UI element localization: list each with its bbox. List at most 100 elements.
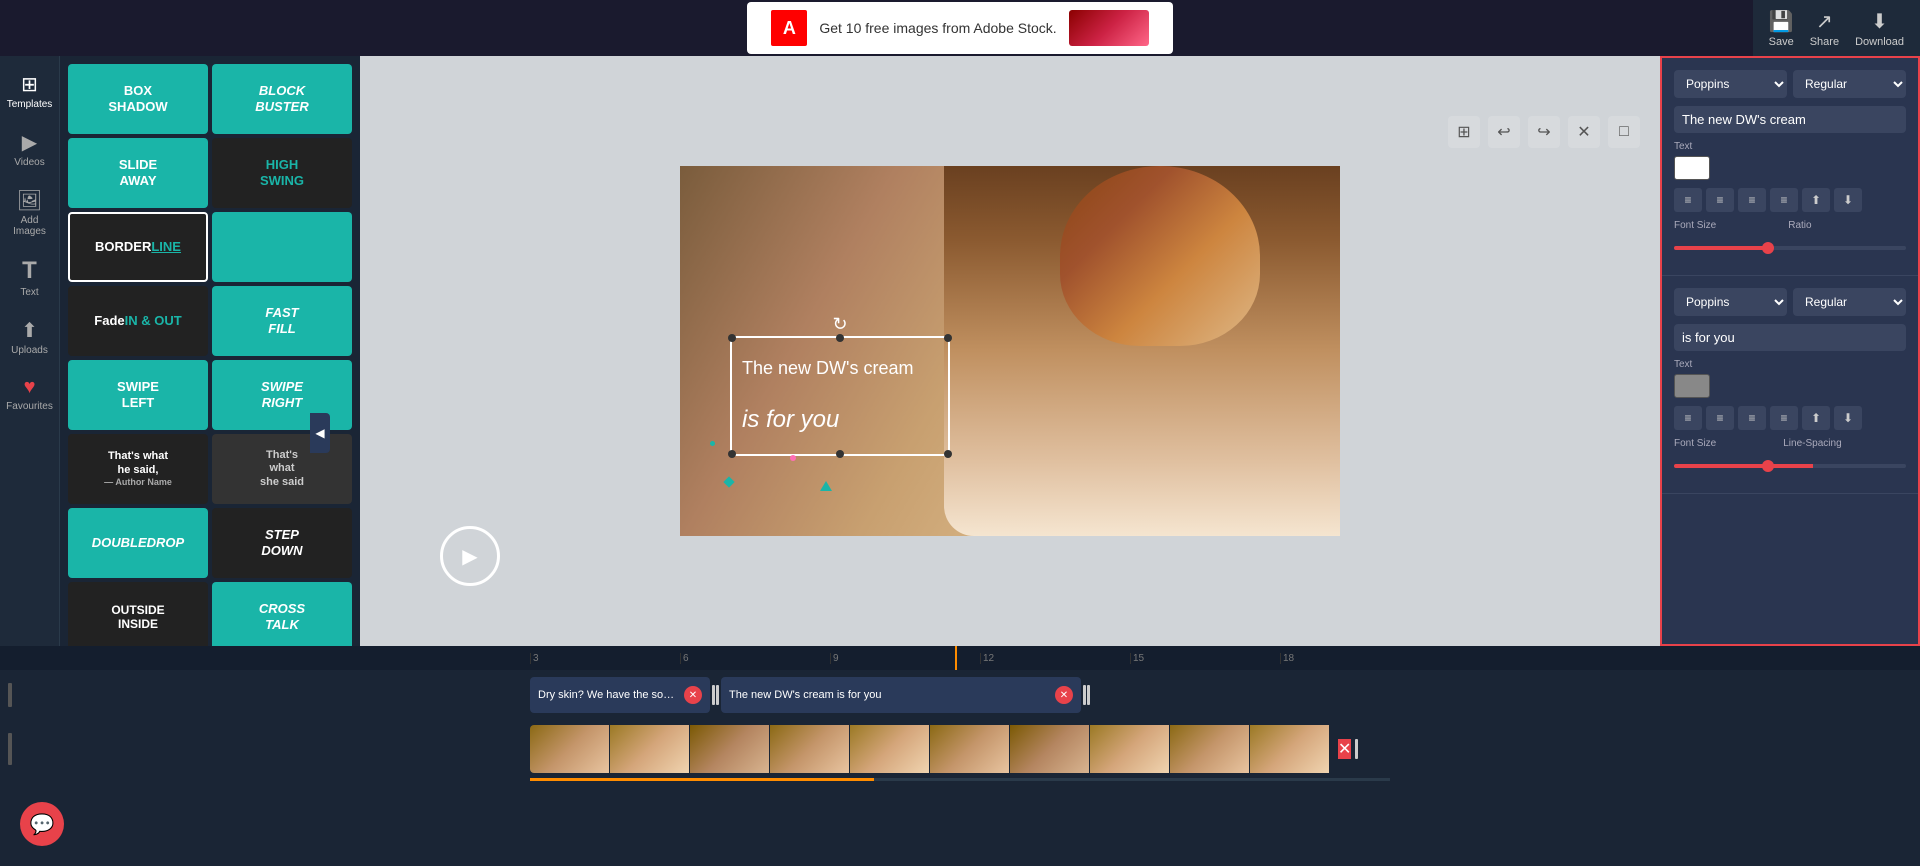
chat-icon: 💬 (30, 812, 55, 837)
align-right-btn-2[interactable]: ≡ (1738, 406, 1766, 430)
save-icon: 💾 (1769, 9, 1794, 34)
template-box-shadow[interactable]: BOXSHADOW (68, 64, 208, 134)
favourites-icon: ♥ (24, 376, 36, 399)
align-justify-btn-2[interactable]: ≡ (1770, 406, 1798, 430)
sidebar-item-templates[interactable]: ⊞ Templates (0, 64, 59, 118)
corner-handle-br[interactable] (944, 450, 952, 458)
sidebar-item-add-images[interactable]: 🖼 Add Images (0, 180, 59, 245)
template-outside-inside[interactable]: OUTSIDEINSIDE (68, 582, 208, 646)
text-input-2[interactable] (1674, 324, 1906, 351)
template-border-line[interactable]: BORDERLINE (68, 212, 208, 282)
main-layout: ⊞ Templates ▶ Videos 🖼 Add Images T Text… (0, 56, 1920, 646)
size-ratio-row-1: Font Size Ratio (1674, 220, 1906, 231)
caption-segment-1[interactable]: Dry skin? We have the solu... ✕ (530, 677, 710, 713)
playhead[interactable] (955, 646, 957, 670)
video-track-end: ✕ (1330, 725, 1366, 773)
color-swatch-1[interactable] (1674, 156, 1710, 180)
sidebar-item-label: Add Images (4, 215, 55, 237)
ruler-mark-15: 15 (1130, 653, 1280, 664)
ad-content[interactable]: A Get 10 free images from Adobe Stock. (747, 2, 1172, 54)
share-label: Share (1810, 36, 1839, 48)
grid-button[interactable]: ⊞ (1448, 116, 1480, 148)
templates-icon: ⊞ (21, 72, 38, 97)
sidebar-item-videos[interactable]: ▶ Videos (0, 122, 59, 176)
sidebar-item-label: Videos (14, 157, 44, 168)
caption-close-2[interactable]: ✕ (1055, 686, 1073, 704)
color-swatch-2[interactable] (1674, 374, 1710, 398)
align-center-btn-2[interactable]: ≡ (1706, 406, 1734, 430)
template-high-swing[interactable]: HIGHSWING (212, 138, 352, 208)
caption-segment-2[interactable]: The new DW's cream is for you ✕ (721, 677, 1081, 713)
sidebar-item-uploads[interactable]: ⬆ Uploads (0, 310, 59, 364)
close-button[interactable]: ✕ (1568, 116, 1600, 148)
caption-segments: Dry skin? We have the solu... ✕ The new … (530, 677, 1920, 713)
text-selection-box[interactable]: ↻ The new DW's cream is for you (730, 336, 950, 456)
align-justify-btn-1[interactable]: ≡ (1770, 188, 1798, 212)
rotate-handle[interactable]: ↻ (832, 314, 847, 335)
corner-handle-tm[interactable] (836, 334, 844, 342)
ruler-mark-12: 12 (980, 653, 1130, 664)
font-style-select-1[interactable]: Regular (1793, 70, 1906, 98)
template-cross-talk[interactable]: CROSSTALK (212, 582, 352, 646)
template-swipe-left[interactable]: SWIPELEFT (68, 360, 208, 430)
align-left-btn-1[interactable]: ≡ (1674, 188, 1702, 212)
pause-dot-1a (712, 685, 715, 705)
template-thats-she-said[interactable]: That'swhatshe said (212, 434, 352, 504)
sidebar-item-favourites[interactable]: ♥ Favourites (0, 368, 59, 420)
pause-dot-2a (1083, 685, 1086, 705)
align-left-btn-2[interactable]: ≡ (1674, 406, 1702, 430)
align-bottom-btn-1[interactable]: ⬇ (1834, 188, 1862, 212)
video-pause-dots (1355, 739, 1358, 759)
align-right-btn-1[interactable]: ≡ (1738, 188, 1766, 212)
videos-icon: ▶ (22, 130, 37, 155)
chat-button[interactable]: 💬 (20, 802, 64, 846)
expand-button[interactable]: □ (1608, 116, 1640, 148)
corner-handle-tr[interactable] (944, 334, 952, 342)
caption-track: Dry skin? We have the solu... ✕ The new … (0, 670, 1920, 720)
font-size-slider-2[interactable] (1674, 464, 1906, 468)
align-top-btn-1[interactable]: ⬆ (1802, 188, 1830, 212)
template-thats-he-said[interactable]: That's whathe said,— Author Name (68, 434, 208, 504)
template-double-drop[interactable]: DOUBLEDROP (68, 508, 208, 578)
sidebar-item-text[interactable]: T Text (0, 249, 59, 306)
font-size-slider-container-2 (1674, 455, 1906, 473)
template-fade-in-out[interactable]: FadeIN & OUT (68, 286, 208, 356)
ruler-mark-18: 18 (1280, 653, 1430, 664)
track-offset-video (0, 725, 530, 773)
font-size-slider-1[interactable] (1674, 246, 1906, 250)
text-input-1[interactable] (1674, 106, 1906, 133)
font-size-label-2: Font Size (1674, 438, 1716, 449)
video-close-btn[interactable]: ✕ (1338, 739, 1351, 759)
align-top-btn-2[interactable]: ⬆ (1802, 406, 1830, 430)
redo-button[interactable]: ↪ (1528, 116, 1560, 148)
download-button[interactable]: ⬇ Download (1855, 9, 1904, 48)
play-button[interactable]: ▶ (440, 526, 500, 586)
template-block-buster[interactable]: BLOCKBUSTER (212, 64, 352, 134)
template-fast-fill[interactable]: FASTFILL (212, 286, 352, 356)
adobe-logo: A (771, 10, 807, 46)
caption-close-1[interactable]: ✕ (684, 686, 702, 704)
template-color-block[interactable] (212, 212, 352, 282)
corner-handle-tl[interactable] (728, 334, 736, 342)
progress-bar (530, 778, 1390, 781)
font-style-select-2[interactable]: Regular (1793, 288, 1906, 316)
templates-panel: BOXSHADOW BLOCKBUSTER SLIDEAWAY HIGHSWIN… (60, 56, 360, 646)
template-swipe-right[interactable]: SWIPERIGHT (212, 360, 352, 430)
align-center-btn-1[interactable]: ≡ (1706, 188, 1734, 212)
font-select-1[interactable]: Poppins (1674, 70, 1787, 98)
text-block-2: Poppins Regular Text ≡ ≡ ≡ ≡ ⬆ ⬇ Font Si… (1662, 276, 1918, 494)
corner-handle-bm[interactable] (836, 450, 844, 458)
template-slide-away[interactable]: SLIDEAWAY (68, 138, 208, 208)
save-button[interactable]: 💾 Save (1769, 9, 1794, 48)
align-row-1: ≡ ≡ ≡ ≡ ⬆ ⬇ (1674, 188, 1906, 212)
download-label: Download (1855, 36, 1904, 48)
template-step-down[interactable]: STEPDOWN (212, 508, 352, 578)
font-row-2: Poppins Regular (1674, 288, 1906, 316)
corner-handle-bl[interactable] (728, 450, 736, 458)
share-button[interactable]: ↗ Share (1810, 9, 1839, 48)
font-select-2[interactable]: Poppins (1674, 288, 1787, 316)
font-size-label-1: Font Size (1674, 220, 1716, 231)
panel-collapse-arrow[interactable]: ◀ (310, 413, 330, 453)
align-bottom-btn-2[interactable]: ⬇ (1834, 406, 1862, 430)
undo-button[interactable]: ↩ (1488, 116, 1520, 148)
